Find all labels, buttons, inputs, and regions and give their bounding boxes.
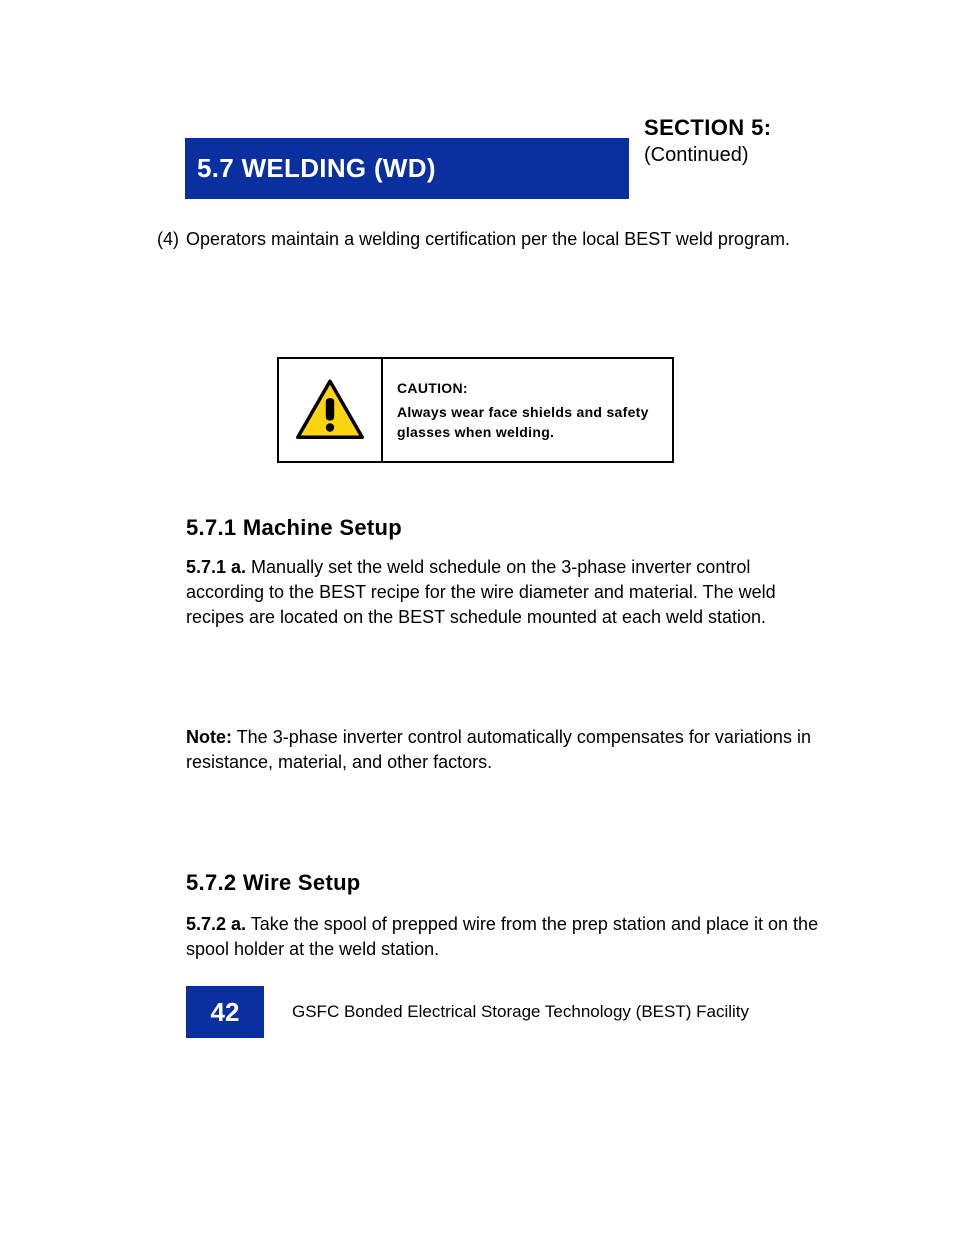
caution-text: CAUTION: Always wear face shields and sa… [383, 359, 672, 461]
caution-box: CAUTION: Always wear face shields and sa… [277, 357, 674, 463]
paragraph-b-number: 5.7.2 a. [186, 914, 246, 934]
note-label: Note: [186, 727, 232, 747]
paragraph-wire-setup: 5.7.2 a. Take the spool of prepped wire … [186, 912, 826, 962]
caution-icon-cell [279, 359, 383, 461]
subsection-heading-setup: 5.7.1 Machine Setup [186, 515, 402, 541]
footer-text: GSFC Bonded Electrical Storage Technolog… [292, 1002, 749, 1022]
paragraph-a-text: Manually set the weld schedule on the 3-… [186, 557, 776, 627]
section-continued-label: (Continued) [644, 144, 749, 167]
page-number-badge: 42 [186, 986, 264, 1038]
caution-body: Always wear face shields and safety glas… [397, 402, 658, 443]
note-text: The 3-phase inverter control automatical… [186, 727, 811, 772]
paragraph-b-text: Take the spool of prepped wire from the … [186, 914, 818, 959]
intro-text: Operators maintain a welding certificati… [186, 229, 790, 249]
paragraph-machine-setup: 5.7.1 a. Manually set the weld schedule … [186, 555, 826, 631]
section-heading-bar: 5.7 WELDING (WD) [185, 138, 629, 199]
paragraph-a-number: 5.7.1 a. [186, 557, 246, 577]
warning-triangle-icon [295, 378, 365, 442]
intro-item-number: (4) [157, 227, 179, 251]
section-number-caption: SECTION 5: [644, 115, 771, 141]
caution-label: CAUTION: [397, 378, 658, 398]
note-block: Note: The 3-phase inverter control autom… [186, 725, 826, 775]
subsection-heading-wire: 5.7.2 Wire Setup [186, 870, 361, 896]
